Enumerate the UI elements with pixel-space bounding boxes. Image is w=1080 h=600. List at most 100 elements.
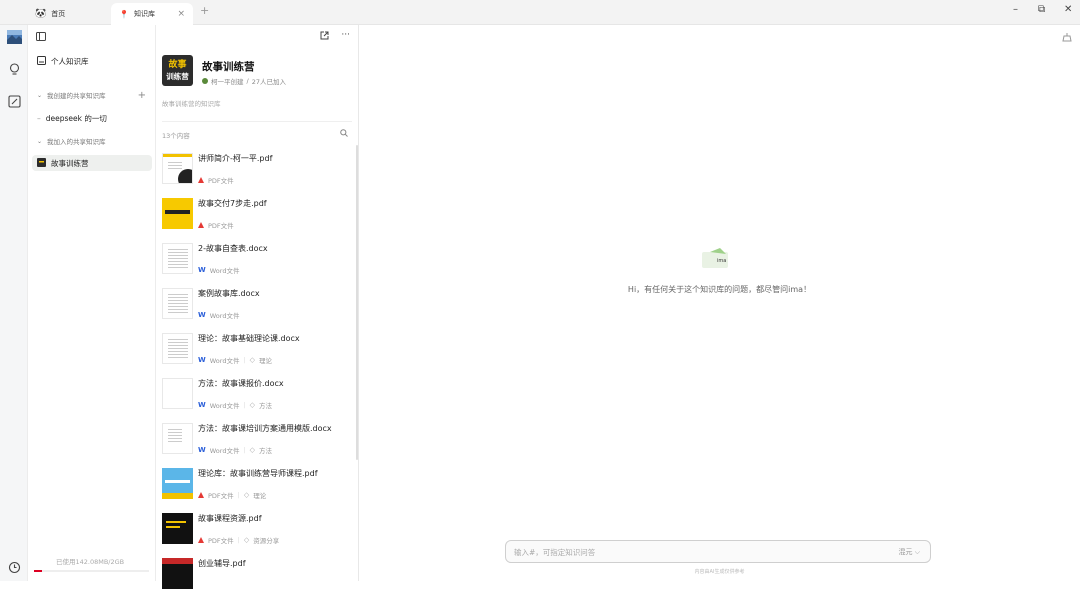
meta-separator: | <box>237 536 240 544</box>
tab-home[interactable]: 🐼 首页 <box>27 3 107 25</box>
meta-separator: | <box>243 401 246 409</box>
file-tag[interactable]: 理论 <box>253 490 266 500</box>
clock-icon[interactable] <box>6 559 22 575</box>
share-icon[interactable] <box>320 31 329 43</box>
file-name: 理论：故事基础理论课.docx <box>198 334 300 343</box>
pdf-icon <box>198 177 204 183</box>
pdf-icon <box>198 492 204 498</box>
file-row[interactable]: 方法：故事课报价.docx W Word文件 | ◇ 方法 <box>162 376 352 420</box>
kb-meta: 柯一平创建 / 27人已加入 <box>202 76 286 86</box>
file-thumbnail <box>162 378 193 409</box>
add-kb-icon[interactable]: + <box>138 90 146 101</box>
file-type: Word文件 <box>209 402 240 410</box>
sidebar-item-deepseek[interactable]: – deepseek 的一切 <box>32 110 152 126</box>
sidebar-item-label: 个人知识库 <box>51 56 89 66</box>
file-type: PDF文件 <box>208 222 234 230</box>
more-icon[interactable]: ··· <box>341 31 350 43</box>
file-row[interactable]: 讲师简介-柯一平.pdf PDF文件 <box>162 151 352 195</box>
restore-icon[interactable]: ⧉ <box>1038 4 1045 15</box>
file-tag[interactable]: 方法 <box>259 445 272 455</box>
sidebar-item-story-camp[interactable]: 故事训练营 <box>32 155 152 171</box>
creator-avatar <box>202 78 208 84</box>
kb-description: 故事训练营的知识库 <box>162 100 221 108</box>
file-tag[interactable]: 理论 <box>259 355 272 365</box>
chat-input[interactable] <box>514 545 874 559</box>
file-row[interactable]: 创业辅导.pdf <box>162 556 352 600</box>
chat-input-box[interactable]: 混元 ⌵ <box>505 540 931 563</box>
file-tag[interactable]: 资源分享 <box>253 535 279 545</box>
sidebar-group-joined[interactable]: ⌄ 我加入的共享知识库 <box>32 134 152 148</box>
file-type: Word文件 <box>209 357 240 365</box>
file-name: 方法：故事课报价.docx <box>198 379 284 388</box>
search-icon[interactable] <box>340 129 348 139</box>
scrollbar[interactable] <box>356 145 358 460</box>
file-name: 2-故事自查表.docx <box>198 244 268 253</box>
chevron-down-icon: ⌄ <box>37 137 43 145</box>
tag-icon: ◇ <box>243 491 250 499</box>
storage-usage: 已使用142.08MB/2GB <box>56 558 125 566</box>
file-thumbnail <box>162 513 193 544</box>
file-name: 方法：故事课培训方案通用模版.docx <box>198 424 332 433</box>
close-tab-icon[interactable]: × <box>177 9 185 19</box>
sidebar-item-label: deepseek 的一切 <box>45 113 107 123</box>
word-icon: W <box>198 446 206 454</box>
close-window-icon[interactable]: ✕ <box>1064 4 1072 15</box>
left-rail <box>0 25 28 581</box>
tab-knowledge-base[interactable]: 📍 知识库 × <box>111 3 193 25</box>
file-row[interactable]: 理论：故事基础理论课.docx W Word文件 | ◇ 理论 <box>162 331 352 375</box>
knowledge-panel: ··· 故事 训练营 故事训练营 柯一平创建 / 27人已加入 故事训练营的知识… <box>156 25 359 589</box>
file-name: 案例故事库.docx <box>198 289 260 298</box>
file-type: Word文件 <box>209 447 240 455</box>
kb-cover: 故事 训练营 <box>162 55 193 86</box>
file-row[interactable]: 故事交付7步走.pdf PDF文件 <box>162 196 352 240</box>
file-tag[interactable]: 方法 <box>259 400 272 410</box>
sidebar-group-label: 我创建的共享知识库 <box>47 92 106 100</box>
greeting-text: Hi，有任何关于这个知识库的问题，都尽管问ima！ <box>627 285 812 294</box>
file-thumbnail <box>162 153 193 184</box>
avatar[interactable] <box>6 29 22 45</box>
tag-icon: ◇ <box>249 446 256 454</box>
file-row[interactable]: 理论库：故事训练营导师课程.pdf PDF文件 | ◇ 理论 <box>162 466 352 510</box>
pdf-icon <box>198 222 204 228</box>
dash-icon: – <box>37 113 41 123</box>
minimize-icon[interactable]: – <box>1013 4 1018 15</box>
file-thumbnail <box>162 243 193 274</box>
file-thumbnail <box>162 333 193 364</box>
sidebar: 个人知识库 ⌄ 我创建的共享知识库 + – deepseek 的一切 ⌄ 我加入… <box>28 25 156 581</box>
kb-creator: 柯一平创建 <box>211 78 244 86</box>
file-row[interactable]: 方法：故事课培训方案通用模版.docx W Word文件 | ◇ 方法 <box>162 421 352 465</box>
sidebar-item-label: 故事训练营 <box>51 158 89 168</box>
divider <box>162 121 352 122</box>
file-thumbnail <box>162 558 193 589</box>
pdf-icon <box>198 537 204 543</box>
word-icon: W <box>198 266 206 274</box>
meta-separator: | <box>243 446 246 454</box>
ima-logo: ima <box>700 248 734 272</box>
kb-title: 故事训练营 <box>202 61 255 73</box>
file-row[interactable]: 故事课程资源.pdf PDF文件 | ◇ 资源分享 <box>162 511 352 555</box>
new-tab-icon[interactable]: + <box>200 4 209 17</box>
bulb-icon[interactable] <box>6 61 22 77</box>
sidebar-item-personal[interactable]: 个人知识库 <box>32 53 152 69</box>
edit-icon[interactable] <box>6 93 22 109</box>
file-name: 故事交付7步走.pdf <box>198 199 267 208</box>
word-icon: W <box>198 311 206 319</box>
file-thumbnail <box>162 468 193 499</box>
file-row[interactable]: 案例故事库.docx W Word文件 <box>162 286 352 330</box>
file-type: PDF文件 <box>208 177 234 185</box>
tab-home-label: 首页 <box>51 10 66 18</box>
svg-text:ima: ima <box>717 258 726 264</box>
title-bar: 🐼 首页 📍 知识库 × + – ⧉ ✕ <box>0 0 1080 25</box>
tag-icon: ◇ <box>243 536 250 544</box>
sidebar-group-created[interactable]: ⌄ 我创建的共享知识库 + <box>32 88 152 102</box>
chevron-down-icon: ⌄ <box>37 91 43 99</box>
file-type: PDF文件 <box>208 492 234 500</box>
model-select[interactable]: 混元 ⌵ <box>898 547 920 557</box>
location-pin-icon: 📍 <box>119 9 129 19</box>
meta-separator: | <box>237 491 240 499</box>
file-thumbnail <box>162 288 193 319</box>
clean-icon[interactable] <box>1062 32 1072 45</box>
sidebar-toggle-icon[interactable] <box>36 32 46 43</box>
file-thumbnail <box>162 423 193 454</box>
file-row[interactable]: 2-故事自查表.docx W Word文件 <box>162 241 352 285</box>
